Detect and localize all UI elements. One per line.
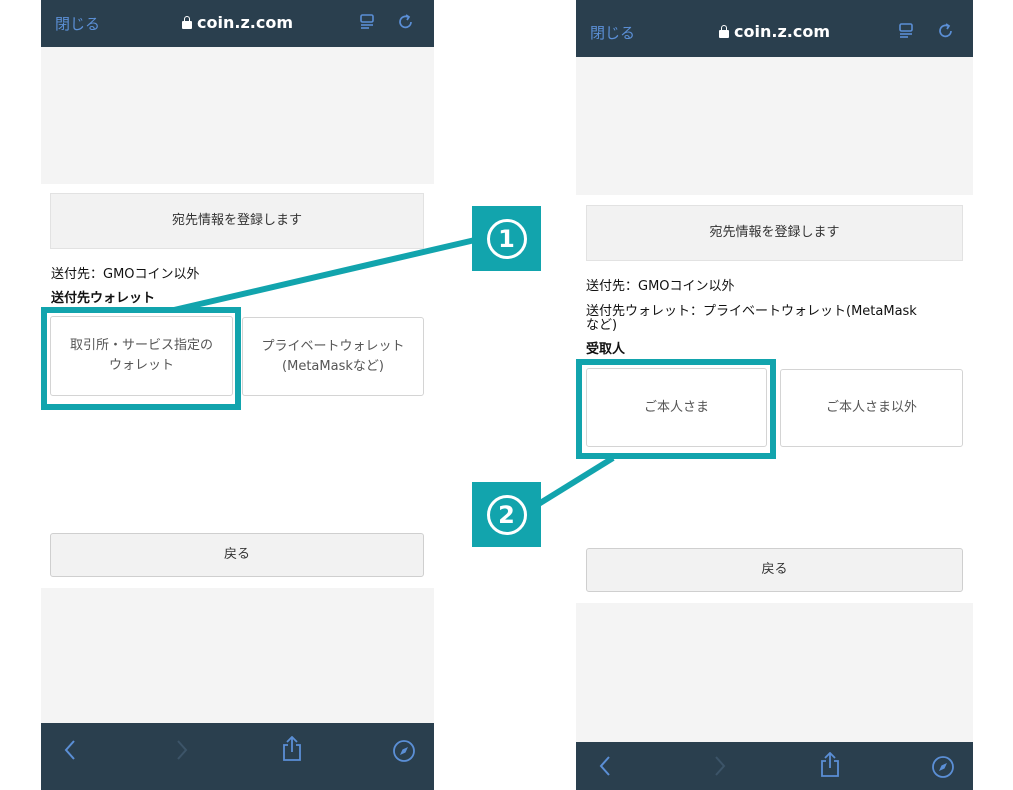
highlight-box-exchange-wallet xyxy=(41,307,241,410)
step-number-2: 2 xyxy=(486,494,527,535)
step-badge-1: 1 xyxy=(472,206,541,271)
step-number-1: 1 xyxy=(486,218,527,259)
step-badge-2: 2 xyxy=(472,482,541,547)
highlight-box-self-recipient xyxy=(576,359,776,459)
